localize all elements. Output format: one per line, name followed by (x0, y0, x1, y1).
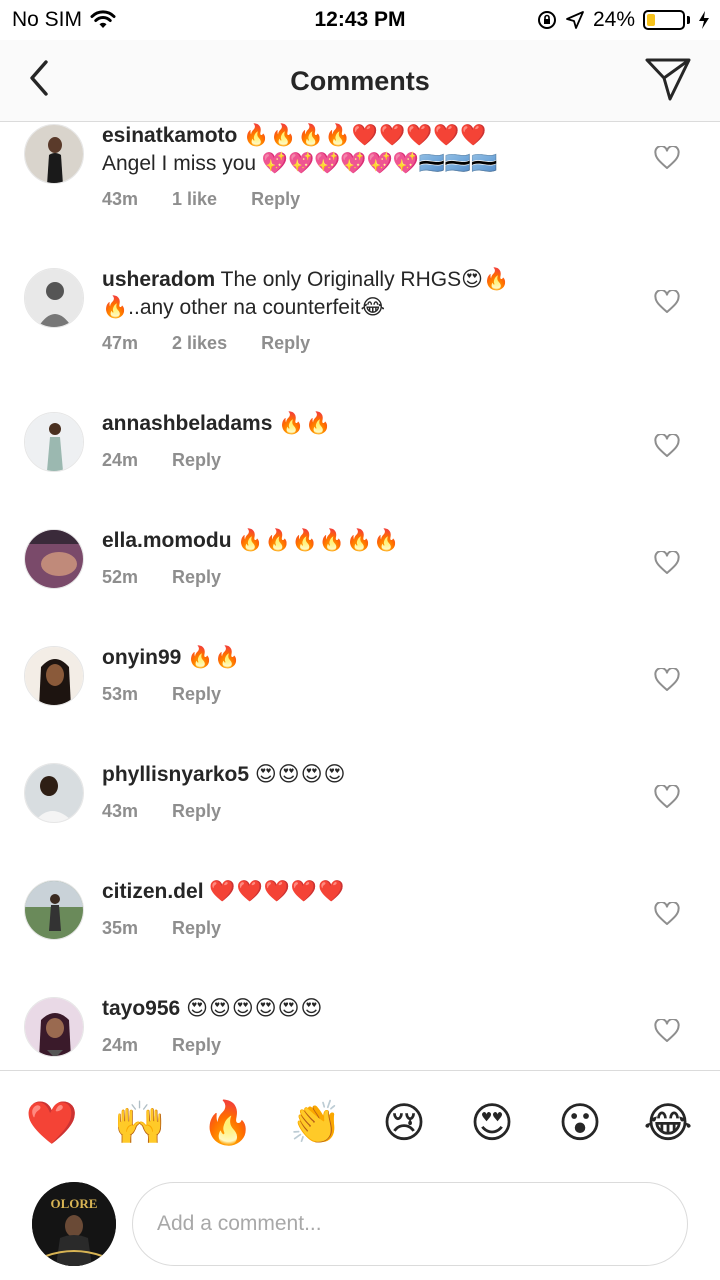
comment-meta: 52m Reply (102, 567, 221, 588)
comment-time: 24m (102, 450, 139, 470)
comment-username[interactable]: annashbeladams (102, 412, 272, 435)
avatar[interactable] (24, 880, 84, 940)
emoji-crying-button[interactable]: 😢 (376, 1097, 432, 1149)
status-right: 24% (537, 8, 710, 32)
comment-username[interactable]: usheradom (102, 268, 215, 291)
comment-time: 24m (102, 1035, 139, 1055)
emoji-clap-button[interactable]: 👏 (288, 1097, 344, 1149)
heart-outline-icon[interactable] (654, 551, 680, 575)
comment-meta: 53m Reply (102, 684, 221, 705)
comment-body: annashbeladams 🔥🔥 (102, 410, 602, 438)
emoji-heart-eyes-button[interactable]: 😍 (464, 1097, 520, 1149)
comment-username[interactable]: tayo956 (102, 997, 180, 1020)
reply-button[interactable]: Reply (261, 333, 310, 354)
comment-body: ella.momodu 🔥🔥🔥🔥🔥🔥 (102, 527, 602, 555)
avatar-logo-text: OLORE (51, 1196, 98, 1211)
comment-likes[interactable]: 2 likes (172, 333, 227, 354)
send-direct-icon[interactable] (644, 56, 692, 102)
avatar[interactable] (24, 124, 84, 184)
comment-text: 🔥🔥 (278, 412, 333, 435)
emoji-raised-hands-button[interactable]: 🙌 (112, 1097, 168, 1149)
comment-meta: 24m Reply (102, 450, 221, 471)
rotation-lock-icon (537, 11, 556, 29)
my-avatar[interactable]: OLORE (32, 1182, 116, 1266)
heart-outline-icon[interactable] (654, 1019, 680, 1043)
comment-text-line2: 🔥..any other na counterfeit😂 (102, 296, 385, 319)
comment-time: 52m (102, 567, 139, 587)
comment-username[interactable]: esinatkamoto (102, 124, 237, 147)
comment-meta: 43m Reply (102, 801, 221, 822)
comment-meta: 43m 1 like Reply (102, 189, 300, 210)
reply-button[interactable]: Reply (172, 801, 221, 822)
battery-fill (647, 14, 655, 26)
charging-bolt-icon (699, 11, 709, 29)
avatar[interactable] (24, 997, 84, 1057)
comment-text: ❤️❤️❤️❤️❤️ (209, 880, 346, 903)
avatar[interactable] (24, 529, 84, 589)
heart-outline-icon[interactable] (654, 668, 680, 692)
comment-body: onyin99 🔥🔥 (102, 644, 602, 672)
reply-button[interactable]: Reply (251, 189, 300, 210)
page-title: Comments (290, 66, 430, 96)
heart-outline-icon[interactable] (654, 902, 680, 926)
avatar[interactable] (24, 763, 84, 823)
comment-body: phyllisnyarko5 😍😍😍😍 (102, 761, 602, 789)
battery-cap (687, 16, 690, 24)
comment-time: 43m (102, 801, 139, 821)
comment-text: 🔥🔥🔥🔥❤️❤️❤️❤️❤️ (243, 124, 488, 147)
comment-text: 🔥🔥🔥🔥🔥🔥 (237, 529, 401, 552)
reply-button[interactable]: Reply (172, 567, 221, 588)
comment-text-line2: Angel I miss you 💖💖💖💖💖💖🇧🇼🇧🇼🇧🇼 (102, 152, 498, 175)
comment-time: 53m (102, 684, 139, 704)
nav-header: Comments (0, 40, 720, 122)
comment-body: esinatkamoto 🔥🔥🔥🔥❤️❤️❤️❤️❤️ Angel I miss… (102, 122, 602, 178)
reply-button[interactable]: Reply (172, 1035, 221, 1056)
comment-meta: 35m Reply (102, 918, 221, 939)
reply-button[interactable]: Reply (172, 684, 221, 705)
comment-composer: OLORE (0, 1170, 720, 1280)
status-bar: No SIM 12:43 PM 24% (0, 0, 720, 40)
emoji-fire-button[interactable]: 🔥 (200, 1097, 256, 1149)
comment-username[interactable]: onyin99 (102, 646, 181, 669)
heart-outline-icon[interactable] (654, 146, 680, 170)
heart-outline-icon[interactable] (654, 785, 680, 809)
heart-outline-icon[interactable] (654, 290, 680, 314)
comment-time: 35m (102, 918, 139, 938)
comment-body: tayo956 😍😍😍😍😍😍 (102, 995, 602, 1023)
comment-text: 🔥🔥 (187, 646, 242, 669)
comment-text: 😍😍😍😍 (254, 763, 347, 786)
emoji-surprised-button[interactable]: 😮 (552, 1097, 608, 1149)
battery-icon (643, 10, 685, 30)
comment-body: citizen.del ❤️❤️❤️❤️❤️ (102, 878, 602, 906)
avatar[interactable] (24, 646, 84, 706)
emoji-laughing-button[interactable]: 😂 (640, 1097, 696, 1149)
comment-time: 43m (102, 189, 139, 209)
comment-body: usheradom The only Originally RHGS😍🔥 🔥..… (102, 266, 602, 322)
reply-button[interactable]: Reply (172, 918, 221, 939)
comment-username[interactable]: citizen.del (102, 880, 204, 903)
comment-likes[interactable]: 1 like (172, 189, 217, 210)
reply-button[interactable]: Reply (172, 450, 221, 471)
comments-list[interactable]: esinatkamoto 🔥🔥🔥🔥❤️❤️❤️❤️❤️ Angel I miss… (0, 122, 720, 1070)
battery-percent: 24% (592, 8, 635, 31)
comment-time: 47m (102, 333, 139, 353)
avatar[interactable] (24, 412, 84, 472)
quick-emoji-bar: ❤️ 🙌 🔥 👏 😢 😍 😮 😂 (0, 1070, 720, 1170)
comment-text: The only Originally RHGS😍🔥 (220, 268, 510, 291)
heart-outline-icon[interactable] (654, 434, 680, 458)
location-arrow-icon (566, 11, 584, 29)
comment-text: 😍😍😍😍😍😍 (186, 997, 324, 1020)
comment-input[interactable] (132, 1182, 688, 1266)
comment-username[interactable]: phyllisnyarko5 (102, 763, 249, 786)
comment-username[interactable]: ella.momodu (102, 529, 232, 552)
emoji-heart-button[interactable]: ❤️ (24, 1097, 80, 1149)
avatar[interactable] (24, 268, 84, 328)
comment-meta: 24m Reply (102, 1035, 221, 1056)
comment-meta: 47m 2 likes Reply (102, 333, 310, 354)
